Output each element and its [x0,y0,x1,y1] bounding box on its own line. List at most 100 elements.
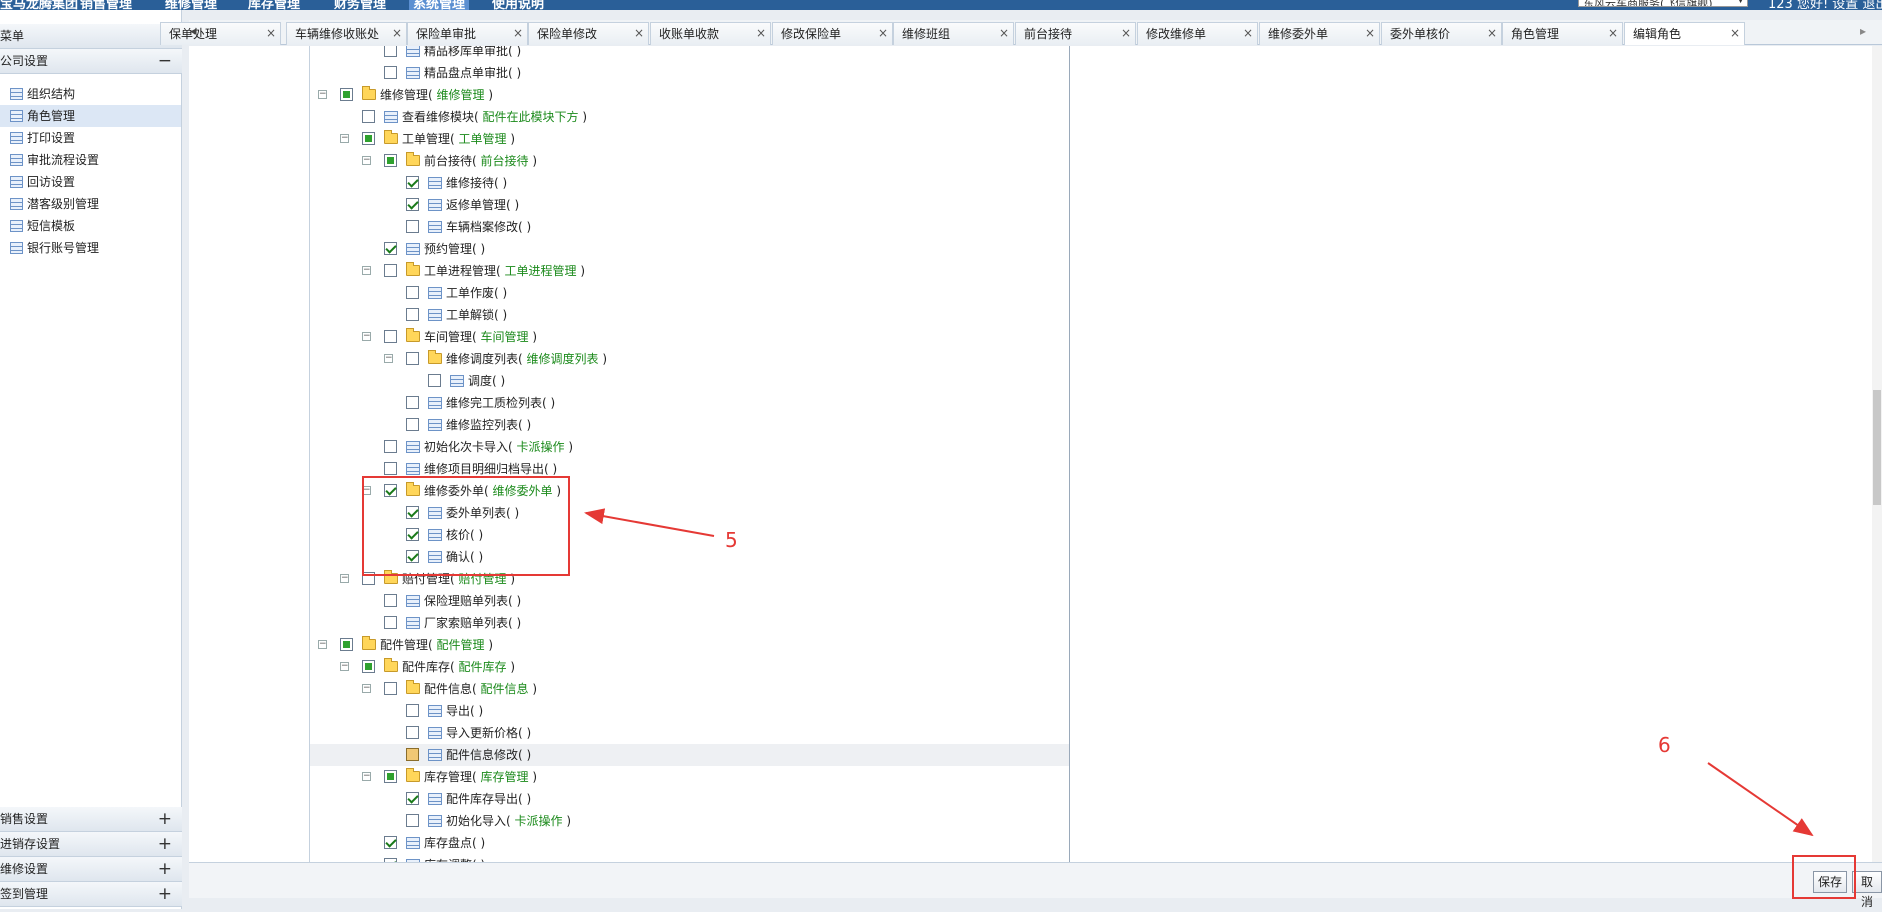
tab[interactable]: 角色管理 × [1502,22,1623,45]
tab[interactable]: 维修委外单 × [1259,22,1380,45]
sidebar-item[interactable]: 短信模板 [10,215,75,237]
tree-node[interactable]: − 配件信息( 配件信息 ) [310,678,1069,700]
node-checkbox[interactable] [362,110,375,123]
tab[interactable]: 前台接待 × [1015,22,1136,45]
plus-icon[interactable]: + [158,807,172,831]
tab[interactable]: 保险单审批 × [407,22,528,45]
node-checkbox[interactable] [406,748,419,761]
tree-node[interactable]: − 工单管理( 工单管理 ) [310,128,1069,150]
tab[interactable]: 修改维修单 × [1137,22,1258,45]
tree-node[interactable]: 导入更新价格( ) [310,722,1069,744]
node-checkbox[interactable] [362,132,375,145]
node-checkbox[interactable] [340,88,353,101]
node-checkbox[interactable] [406,286,419,299]
node-checkbox[interactable] [340,638,353,651]
topnav-item[interactable]: 维修管理 [165,0,217,10]
tree-node[interactable]: 预约管理( ) [310,238,1069,260]
node-checkbox[interactable] [406,418,419,431]
sidebar-section[interactable]: 销售设置 + [0,807,182,832]
tree-node[interactable]: 导出( ) [310,700,1069,722]
store-select[interactable]: 东风云车商服务(飞信旗舰) ▼ [1578,0,1748,7]
node-checkbox[interactable] [384,616,397,629]
node-checkbox[interactable] [384,770,397,783]
topnav-item[interactable]: 系统管理 [409,0,470,10]
sidebar-section[interactable]: 进销存设置 + [0,832,182,857]
tree-node[interactable]: 维修完工质检列表( ) [310,392,1069,414]
sidebar-item[interactable]: 回访设置 [10,171,75,193]
sidebar-item[interactable]: 潜客级别管理 [10,193,99,215]
tab[interactable]: 维修班组 × [893,22,1014,45]
tree-node[interactable]: 维修监控列表( ) [310,414,1069,436]
topnav-item[interactable]: 库存管理 [248,0,300,10]
tree-node[interactable]: 保险理赔单列表( ) [310,590,1069,612]
collapse-node-icon[interactable]: − [340,662,349,671]
collapse-node-icon[interactable]: − [340,134,349,143]
tree-node[interactable]: − 配件管理( 配件管理 ) [310,634,1069,656]
close-icon[interactable]: × [1608,23,1618,44]
close-icon[interactable]: × [1243,23,1253,44]
node-checkbox[interactable] [384,462,397,475]
tree-node[interactable]: 车辆档案修改( ) [310,216,1069,238]
close-icon[interactable]: × [1730,23,1740,44]
tab[interactable]: 车辆维修收账处 × [286,22,407,45]
tab[interactable]: 保险单修改 × [528,22,649,45]
sidebar-item[interactable]: 审批流程设置 [10,149,99,171]
plus-icon[interactable]: + [158,882,172,906]
tree-node[interactable]: 初始化次卡导入( 卡派操作 ) [310,436,1069,458]
topnav-item[interactable]: 使用说明 [492,0,544,10]
tree-node[interactable]: 工单作废( ) [310,282,1069,304]
collapse-node-icon[interactable]: − [318,90,327,99]
node-checkbox[interactable] [406,726,419,739]
node-checkbox[interactable] [384,242,397,255]
node-checkbox[interactable] [406,792,419,805]
node-checkbox[interactable] [406,176,419,189]
collapse-node-icon[interactable]: − [362,684,371,693]
tab[interactable]: 编辑角色 × [1624,22,1745,45]
node-checkbox[interactable] [406,814,419,827]
node-checkbox[interactable] [384,154,397,167]
sidebar-section[interactable]: 维修设置 + [0,857,182,882]
tree-node[interactable]: 精品移库单审批( ) [310,46,1069,62]
node-checkbox[interactable] [406,704,419,717]
tab[interactable]: 委外单核价 × [1381,22,1502,45]
collapse-node-icon[interactable]: − [362,772,371,781]
tree-node[interactable]: − 前台接待( 前台接待 ) [310,150,1069,172]
tree-node[interactable]: − 维修调度列表( 维修调度列表 ) [310,348,1069,370]
sidebar-item[interactable]: 银行账号管理 [10,237,99,259]
node-checkbox[interactable] [406,396,419,409]
tree-node[interactable]: 维修接待( ) [310,172,1069,194]
tree-node[interactable]: 返修单管理( ) [310,194,1069,216]
sidebar-item[interactable]: 角色管理 [0,105,181,127]
collapse-node-icon[interactable]: − [362,156,371,165]
tab-scroll-right-icon[interactable]: ▸ [1860,24,1866,38]
topnav-item[interactable]: 财务管理 [334,0,386,10]
close-icon[interactable]: × [1487,23,1497,44]
plus-icon[interactable]: + [158,857,172,881]
topnav-item[interactable]: 宝马龙腾集团 [0,0,78,10]
tree-node[interactable]: 库存调整( ) [310,854,1069,862]
node-checkbox[interactable] [384,440,397,453]
tree-node[interactable]: 调度( ) [310,370,1069,392]
tree-node[interactable]: 初始化导入( 卡派操作 ) [310,810,1069,832]
topnav-item[interactable]: 销售管理 [80,0,132,10]
node-checkbox[interactable] [362,660,375,673]
cancel-button[interactable]: 取消 [1852,871,1882,909]
collapse-node-icon[interactable]: − [340,574,349,583]
close-icon[interactable]: × [392,23,402,44]
node-checkbox[interactable] [428,374,441,387]
tree-node[interactable]: 查看维修模块( 配件在此模块下方 ) [310,106,1069,128]
node-checkbox[interactable] [406,220,419,233]
vertical-scrollbar[interactable] [1872,46,1882,862]
node-checkbox[interactable] [384,330,397,343]
plus-icon[interactable]: + [158,832,172,856]
node-checkbox[interactable] [384,682,397,695]
tree-node[interactable]: − 车间管理( 车间管理 ) [310,326,1069,348]
tree-node[interactable]: − 库存管理( 库存管理 ) [310,766,1069,788]
close-icon[interactable]: × [999,23,1009,44]
node-checkbox[interactable] [384,836,397,849]
collapse-node-icon[interactable]: − [384,354,393,363]
close-icon[interactable]: × [266,23,276,44]
tab[interactable]: 保单处理 × [160,22,281,45]
close-icon[interactable]: × [878,23,888,44]
close-icon[interactable]: × [1121,23,1131,44]
